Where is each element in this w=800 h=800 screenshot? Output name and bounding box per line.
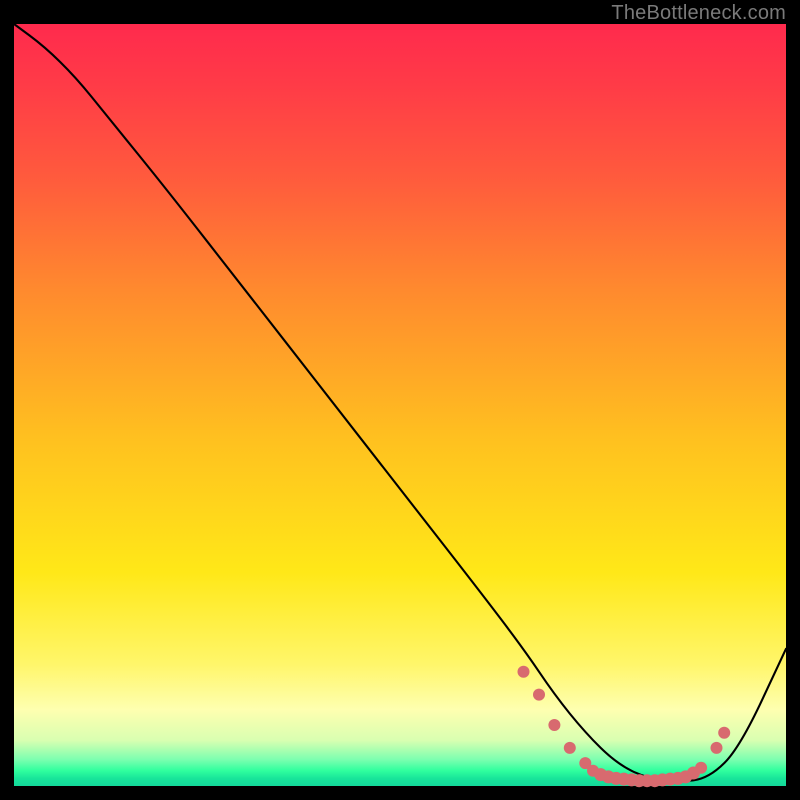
watermark-text: TheBottleneck.com — [611, 2, 786, 25]
data-marker — [518, 666, 530, 678]
marker-layer — [518, 666, 731, 788]
bottleneck-curve — [14, 24, 786, 781]
chart-svg — [14, 24, 786, 786]
data-marker — [564, 742, 576, 754]
plot-frame — [14, 24, 786, 786]
data-marker — [711, 742, 723, 754]
data-marker — [695, 762, 707, 774]
data-marker — [533, 689, 545, 701]
data-marker — [548, 719, 560, 731]
chart-stage: TheBottleneck.com — [0, 0, 800, 800]
data-marker — [718, 727, 730, 739]
